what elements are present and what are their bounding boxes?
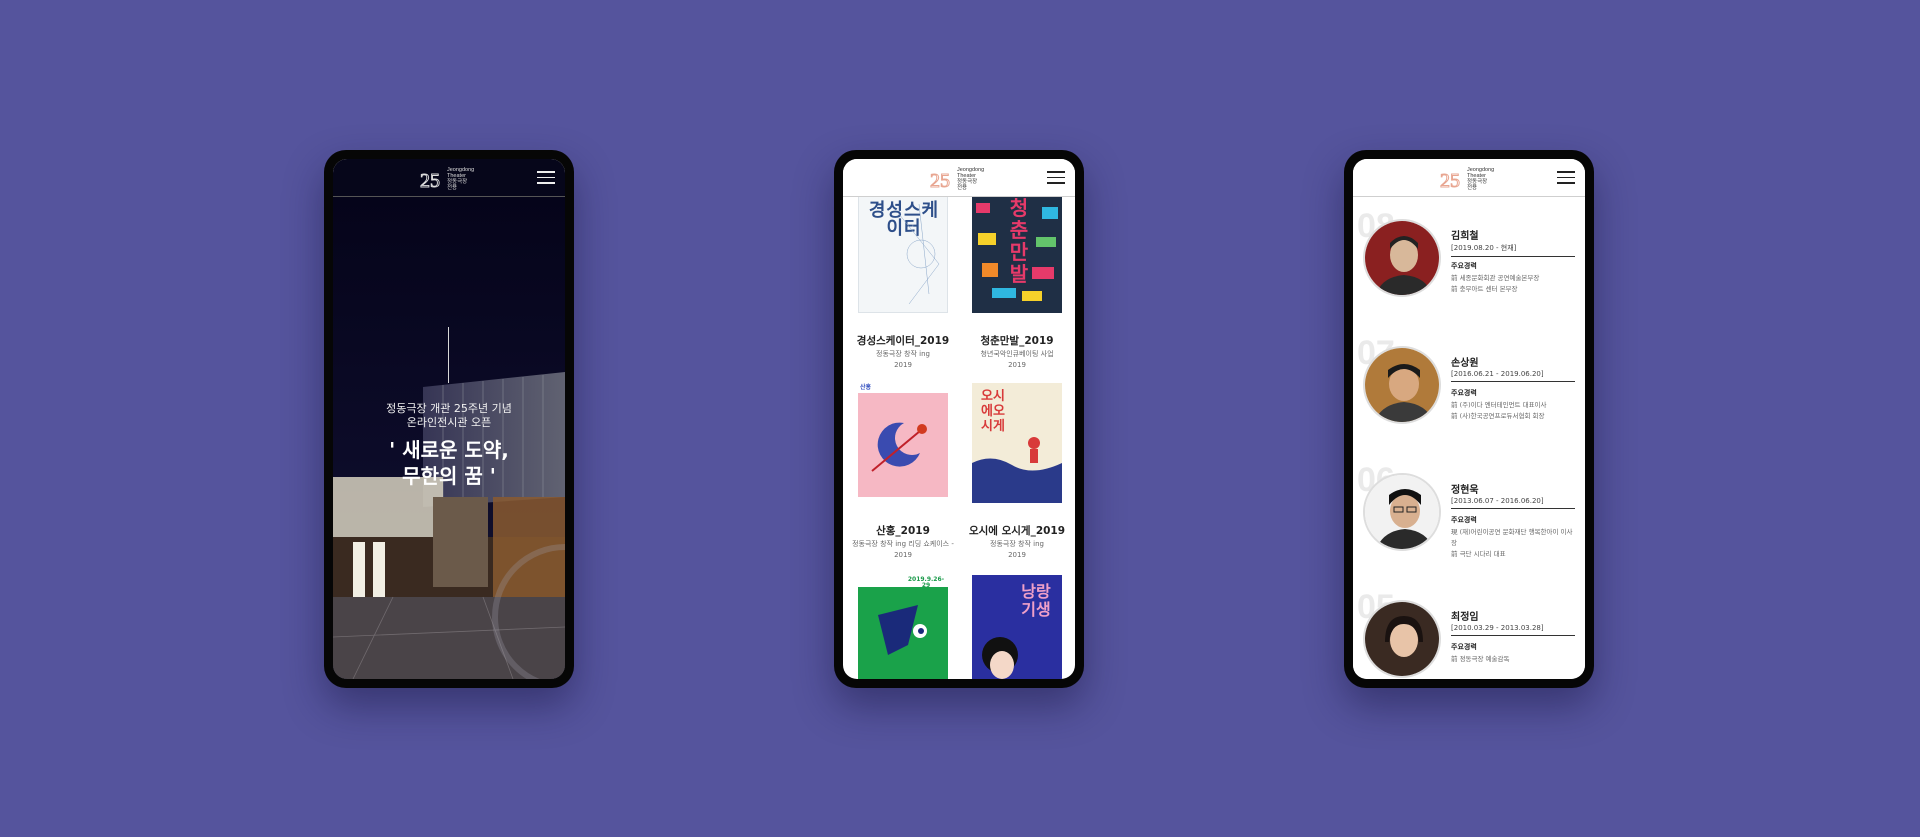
portrait-avatar: [1365, 221, 1439, 295]
poster-title: 산홍_2019: [876, 525, 930, 537]
app-header: 25 Jeongdong Theater 정동극장 전용: [843, 159, 1075, 197]
poster-year: 2019: [894, 551, 912, 559]
people-screen: 25 Jeongdong Theater 정동극장 전용 08 김희철 [201…: [1353, 159, 1585, 679]
poster-title: 청춘만발_2019: [980, 335, 1054, 347]
hero-section: 정동극장 개관 25주년 기념 온라인전시관 오픈 ' 새로운 도약, 무한의 …: [333, 197, 565, 679]
phone-home: 25 Jeongdong Theater 정동극장 전용 정동극장 개관 25주…: [324, 150, 574, 688]
poster-illustration: [898, 203, 940, 305]
career-list: 前 (주)이다 엔터테인먼트 대표이사 前 (사)한국공연프로듀서협회 회장: [1451, 401, 1547, 420]
career-label: 주요경력: [1451, 389, 1477, 397]
director-name: 최정임: [1451, 612, 1479, 623]
director-item[interactable]: 08 김희철 [2019.08.20 - 현재] 주요경력 前 세종문화회관 공…: [1353, 207, 1585, 327]
poster-year: 2019: [1008, 361, 1026, 369]
svg-text:25: 25: [1440, 170, 1460, 192]
logo-text: Jeongdong Theater 정동극장 전용: [447, 167, 475, 191]
hamburger-menu-icon[interactable]: [1047, 171, 1065, 184]
director-name: 손상원: [1451, 358, 1479, 369]
gallery-screen: 25 Jeongdong Theater 정동극장 전용 경성스케이터 경성스케이터_…: [843, 159, 1075, 679]
poster-meta: 정동극장 창작 ing: [876, 350, 930, 358]
director-photo: [1363, 473, 1441, 551]
poster-title: 오시에 오시게_2019: [968, 525, 1066, 537]
brand-logo[interactable]: 25 Jeongdong Theater 정동극장 전용: [929, 166, 993, 192]
poster-card[interactable]: 청춘만발 청춘만발_2019 청년국악인큐베이팅 사업 2019: [961, 197, 1073, 370]
poster-meta: 정동극장 창작 ing: [990, 540, 1044, 548]
director-period: [2013.06.07 - 2016.06.20]: [1451, 497, 1575, 509]
poster-grid: 경성스케이터 경성스케이터_2019 정동극장 창작 ing 2019 청춘만발…: [843, 197, 1075, 679]
poster-year: 2019: [894, 361, 912, 369]
career-list: 前 세종문화회관 공연예술본부장 前 충무아트 센터 본부장: [1451, 274, 1540, 293]
poster-card[interactable]: 낭랑기생: [961, 575, 1073, 679]
phone-people: 25 Jeongdong Theater 정동극장 전용 08 김희철 [201…: [1344, 150, 1594, 688]
director-photo: [1363, 600, 1441, 678]
hamburger-menu-icon[interactable]: [537, 171, 555, 184]
career-list: 前 정동극장 예술감독: [1451, 655, 1510, 663]
app-header: 25 Jeongdong Theater 정동극장 전용: [333, 159, 565, 197]
director-item[interactable]: 06 정현욱 [2013.06.07 - 2016.06.20] 주요경력 現: [1353, 461, 1585, 581]
career-label: 주요경력: [1451, 262, 1477, 270]
poster-image: 오시에오시게: [972, 383, 1062, 503]
poster-illustration: [858, 393, 948, 497]
poster-illustration: [982, 637, 1018, 679]
career-list: 現 (재)어린이공연 문화재단 행복한아이 이사장 前 극단 시다리 대표: [1451, 528, 1573, 558]
poster-title: 경성스케이터_2019: [856, 335, 950, 347]
hero-divider: [448, 327, 449, 383]
portrait-avatar: [1365, 475, 1439, 549]
poster-image: 산홍: [858, 383, 948, 503]
logo-text: Jeongdong Theater 정동극장 전용: [957, 167, 985, 191]
hamburger-menu-icon[interactable]: [1557, 171, 1575, 184]
poster-card[interactable]: 오시에오시게 오시에 오시게_2019 정동극장 창작 ing 2019: [961, 383, 1073, 560]
poster-image: 청춘만발: [972, 197, 1062, 313]
home-screen: 25 Jeongdong Theater 정동극장 전용 정동극장 개관 25주…: [333, 159, 565, 679]
poster-illustration: [972, 437, 1062, 503]
career-label: 주요경력: [1451, 516, 1477, 524]
logo-25-icon: 25: [930, 170, 951, 193]
career-label: 주요경력: [1451, 643, 1477, 651]
poster-image: 낭랑기생: [972, 575, 1062, 679]
logo-25-icon: 25: [420, 170, 441, 192]
poster-image: 경성스케이터: [858, 197, 948, 313]
director-name: 정현욱: [1451, 485, 1479, 496]
app-header: 25 Jeongdong Theater 정동극장 전용: [1353, 159, 1585, 197]
poster-card[interactable]: 산홍 산홍_2019 정동극장 창작 ing 리딩 쇼케이스 - 2019: [847, 383, 959, 560]
director-period: [2010.03.29 - 2013.03.28]: [1451, 624, 1575, 636]
director-list: 08 김희철 [2019.08.20 - 현재] 주요경력 前 세종문화회관 공…: [1353, 197, 1585, 679]
director-item[interactable]: 07 손상원 [2016.06.21 - 2019.06.20] 주요경력 前 …: [1353, 334, 1585, 454]
portrait-avatar: [1365, 602, 1439, 676]
brand-logo[interactable]: 25 Jeongdong Theater 정동극장 전용: [1439, 166, 1503, 192]
svg-text:25: 25: [420, 170, 440, 192]
hero-title: ' 새로운 도약, 무한의 꿈 ': [389, 438, 509, 488]
portrait-avatar: [1365, 348, 1439, 422]
svg-text:25: 25: [930, 170, 950, 192]
director-photo: [1363, 219, 1441, 297]
logo-text: Jeongdong Theater 정동극장 전용: [1467, 167, 1495, 191]
poster-illustration: [858, 587, 948, 679]
director-period: [2019.08.20 - 현재]: [1451, 243, 1575, 257]
poster-year: 2019: [1008, 551, 1026, 559]
poster-meta: 정동극장 창작 ing 리딩 쇼케이스 -: [852, 540, 954, 548]
director-photo: [1363, 346, 1441, 424]
director-item[interactable]: 05 최정임 [2010.03.29 - 2013.03.28] 주요경력 前 …: [1353, 588, 1585, 679]
director-period: [2016.06.21 - 2019.06.20]: [1451, 370, 1575, 382]
poster-card[interactable]: 2019.9.26-29: [847, 575, 959, 679]
logo-25-icon: 25: [1440, 170, 1461, 193]
hero-subtitle: 정동극장 개관 25주년 기념 온라인전시관 오픈: [386, 402, 512, 429]
director-name: 김희철: [1451, 231, 1479, 242]
poster-image: 2019.9.26-29: [858, 575, 948, 679]
poster-card[interactable]: 경성스케이터 경성스케이터_2019 정동극장 창작 ing 2019: [847, 197, 959, 370]
brand-logo[interactable]: 25 Jeongdong Theater 정동극장 전용: [419, 166, 483, 192]
poster-meta: 청년국악인큐베이팅 사업: [980, 350, 1054, 358]
phone-gallery: 25 Jeongdong Theater 정동극장 전용 경성스케이터 경성스케이터_…: [834, 150, 1084, 688]
